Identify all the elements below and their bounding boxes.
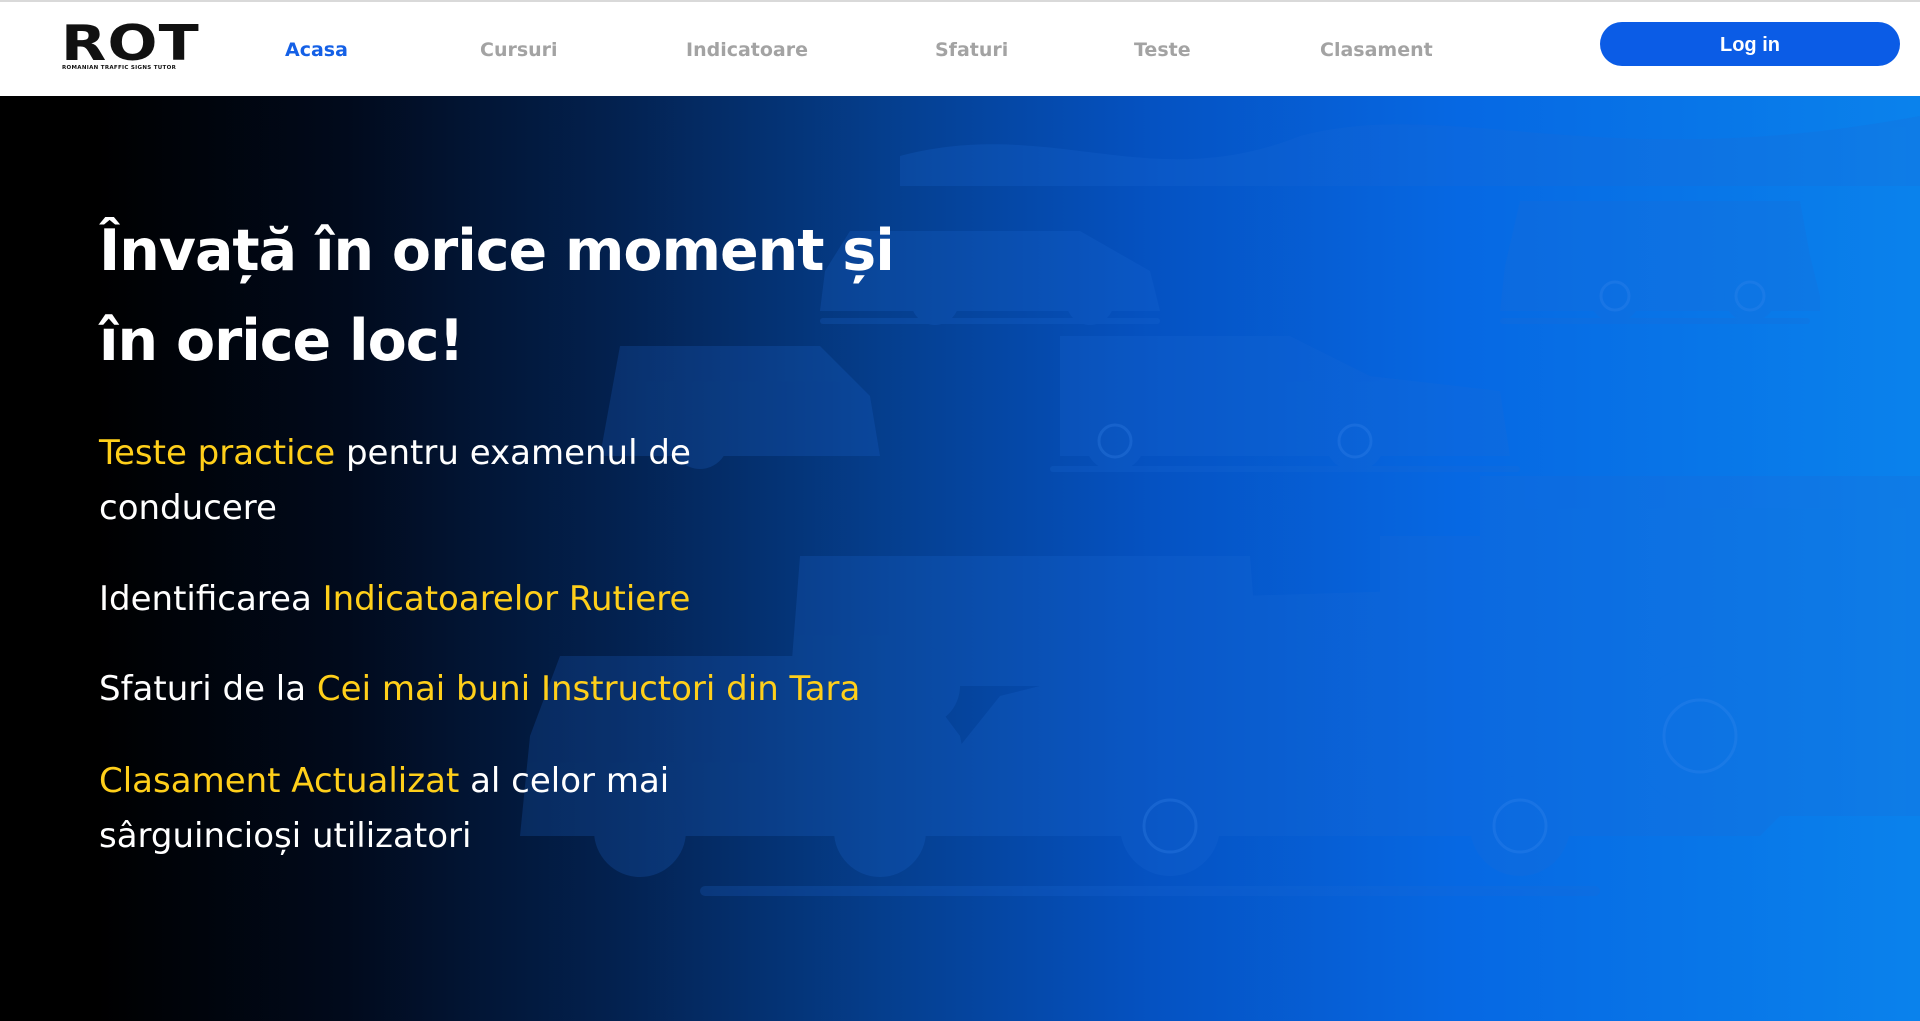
nav-item-acasa[interactable]: Acasa bbox=[285, 38, 348, 62]
feature-text: pentru examenul de bbox=[335, 433, 691, 473]
nav-item-indicatoare[interactable]: Indicatoare bbox=[686, 38, 808, 62]
hero-title: Învață în orice moment și în orice loc! bbox=[99, 206, 959, 386]
feature-text: al celor mai bbox=[459, 761, 670, 801]
nav-item-sfaturi[interactable]: Sfaturi bbox=[935, 38, 1008, 62]
hero-section: Învață în orice moment și în orice loc! … bbox=[0, 96, 1920, 1021]
feature-text: Identificarea bbox=[99, 579, 323, 619]
login-button[interactable]: Log in bbox=[1600, 22, 1900, 66]
feature-leaderboard: Clasament Actualizat al celor mai sârguin… bbox=[99, 754, 799, 864]
feature-text: Sfaturi de la bbox=[99, 669, 317, 709]
feature-highlight: Teste practice bbox=[99, 433, 336, 473]
feature-sign-identification: Identificarea Indicatoarelor Rutiere bbox=[99, 572, 899, 627]
feature-text: conducere bbox=[99, 488, 277, 528]
site-header: ROT ROMANIAN TRAFFIC SIGNS TUTOR Acasa C… bbox=[0, 2, 1920, 96]
hero-title-line1: Învață în orice moment și bbox=[99, 218, 895, 284]
feature-highlight: Clasament Actualizat bbox=[99, 761, 460, 801]
logo-mark: ROT bbox=[61, 15, 200, 72]
nav-item-cursuri[interactable]: Cursuri bbox=[480, 38, 558, 62]
feature-text: sârguincioși utilizatori bbox=[99, 816, 472, 856]
feature-instructor-advice: Sfaturi de la Cei mai buni Instructori d… bbox=[99, 662, 959, 717]
feature-practice-tests: Teste practice pentru examenul de conduce… bbox=[99, 426, 799, 536]
logo-tagline: ROMANIAN TRAFFIC SIGNS TUTOR bbox=[62, 65, 177, 71]
nav-item-clasament[interactable]: Clasament bbox=[1320, 38, 1433, 62]
nav-item-teste[interactable]: Teste bbox=[1134, 38, 1191, 62]
feature-highlight: Cei mai buni Instructori din Tara bbox=[316, 669, 861, 709]
hero-title-line2: în orice loc! bbox=[99, 308, 465, 374]
feature-highlight: Indicatoarelor Rutiere bbox=[322, 579, 691, 619]
logo[interactable]: ROT ROMANIAN TRAFFIC SIGNS TUTOR bbox=[61, 18, 201, 74]
